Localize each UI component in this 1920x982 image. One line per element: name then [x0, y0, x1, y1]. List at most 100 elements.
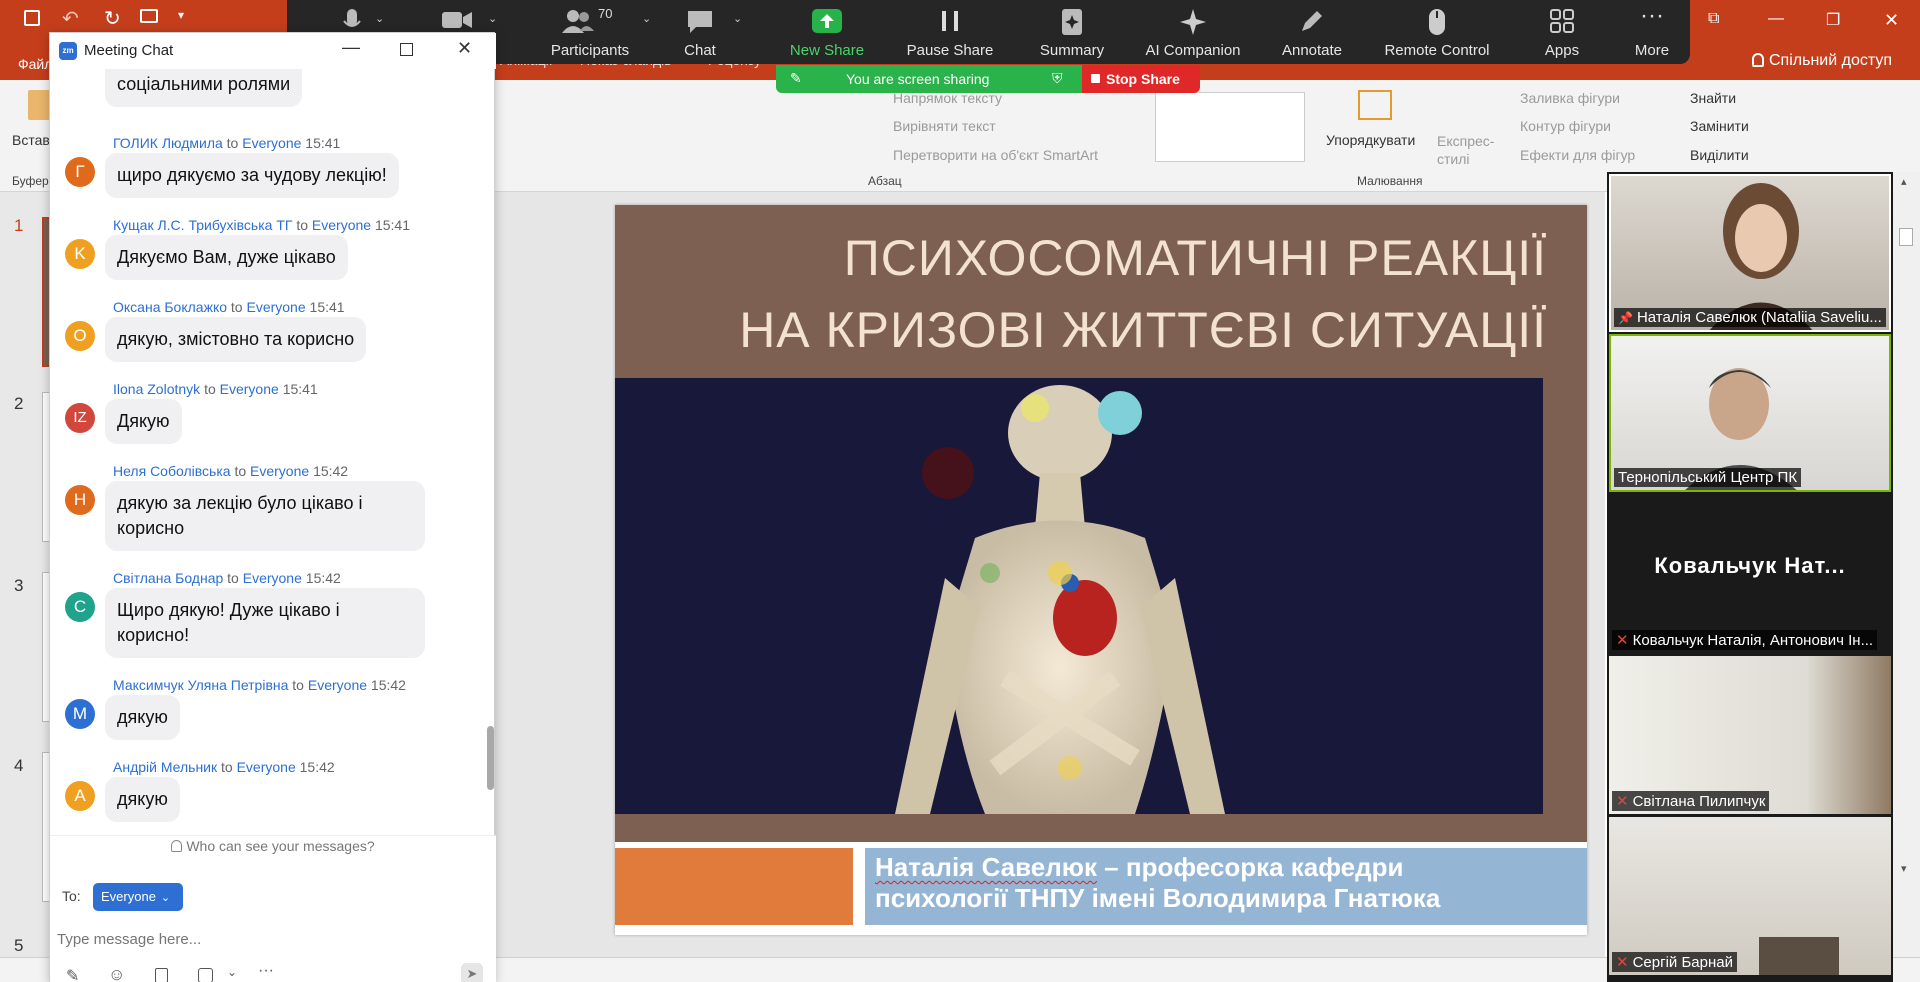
- stop-share-button[interactable]: Stop Share: [1082, 65, 1200, 93]
- avatar[interactable]: O: [65, 321, 95, 351]
- chevron-down-icon[interactable]: ▾: [1901, 862, 1907, 875]
- chevron-down-icon[interactable]: ⌄: [733, 12, 742, 25]
- message-meta: Кущак Л.С. Трибухівська ТГ to Everyone 1…: [113, 217, 410, 233]
- participant-tile[interactable]: 📌 Наталія Савелюк (Nataliia Saveliu...: [1609, 174, 1891, 332]
- message-bubble: дякую: [105, 695, 180, 740]
- avatar[interactable]: Г: [65, 157, 95, 187]
- maximize-icon[interactable]: [400, 43, 413, 56]
- send-icon[interactable]: ➤: [461, 963, 483, 982]
- scroll-thumb[interactable]: [1899, 228, 1913, 246]
- share-screen-icon: [812, 9, 842, 33]
- slideshow-icon[interactable]: [140, 9, 158, 23]
- apps-button[interactable]: Apps: [1527, 0, 1597, 64]
- shape-effects-button[interactable]: Ефекти для фігур: [1520, 147, 1635, 163]
- remote-control-button[interactable]: Remote Control: [1367, 0, 1507, 64]
- minimize-icon[interactable]: —: [1768, 10, 1784, 28]
- arrange-icon[interactable]: [1358, 90, 1392, 120]
- more-button[interactable]: ··· More: [1617, 0, 1687, 64]
- avatar[interactable]: A: [65, 781, 95, 811]
- sender-name[interactable]: Неля Соболівська: [113, 463, 231, 479]
- shape-fill-button[interactable]: Заливка фігури: [1520, 90, 1620, 106]
- sender-name[interactable]: Андрій Мельник: [113, 759, 217, 775]
- slide-number[interactable]: 4: [14, 756, 23, 776]
- sender-name[interactable]: Оксана Боклажко: [113, 299, 227, 315]
- pause-share-button[interactable]: Pause Share: [904, 0, 996, 64]
- avatar[interactable]: IZ: [65, 403, 95, 433]
- apps-icon: [1550, 9, 1574, 33]
- slide-number[interactable]: 2: [14, 394, 23, 414]
- shapes-gallery[interactable]: [1155, 92, 1305, 162]
- quick-styles-button[interactable]: Експрес-стилі: [1437, 132, 1497, 168]
- current-slide[interactable]: ПСИХОСОМАТИЧНІ РЕАКЦІЇ НА КРИЗОВІ ЖИТТЄВ…: [615, 205, 1587, 935]
- who-can-see-link[interactable]: Who can see your messages?: [50, 838, 496, 854]
- save-icon[interactable]: [24, 10, 40, 26]
- summary-button[interactable]: Summary: [1027, 0, 1117, 64]
- sender-name[interactable]: ГОЛИК Людмила: [113, 135, 223, 151]
- stop-square-icon: [1091, 74, 1100, 83]
- participants-label: Participants: [550, 42, 630, 59]
- menu-file[interactable]: Файл: [18, 56, 52, 72]
- format-text-icon[interactable]: ✎: [66, 966, 79, 982]
- undo-icon[interactable]: ↶: [62, 6, 79, 31]
- participant-tile[interactable]: Ковальчук Нат... ✕ Ковальчук Наталія, Ант…: [1609, 495, 1891, 653]
- sharing-pin-icon[interactable]: ✎: [790, 70, 802, 87]
- sender-name[interactable]: Світлана Боднар: [113, 570, 223, 586]
- convert-smartart-button[interactable]: Перетворити на об'єкт SmartArt: [893, 147, 1098, 163]
- customize-qat-icon[interactable]: ▾: [178, 8, 184, 22]
- chat-scrollbar[interactable]: [487, 726, 494, 790]
- participant-tile[interactable]: ✕ Світлана Пилипчук: [1609, 656, 1891, 814]
- find-button[interactable]: Знайти: [1690, 90, 1736, 106]
- restore-icon[interactable]: ❐: [1826, 10, 1840, 30]
- avatar[interactable]: K: [65, 239, 95, 269]
- avatar[interactable]: M: [65, 699, 95, 729]
- slide-title-line1: ПСИХОСОМАТИЧНІ РЕАКЦІЇ: [843, 230, 1547, 286]
- redo-icon[interactable]: ↻: [104, 6, 121, 31]
- paragraph-group-label: Абзац: [868, 174, 902, 188]
- shape-outline-button[interactable]: Контур фігури: [1520, 118, 1611, 134]
- paste-icon[interactable]: [28, 90, 50, 120]
- new-share-button[interactable]: New Share: [787, 0, 867, 64]
- sender-name[interactable]: Ilona Zolotnyk: [113, 381, 200, 397]
- participants-button[interactable]: 70 ⌄ Participants: [542, 0, 651, 64]
- select-button[interactable]: Виділити: [1690, 147, 1749, 163]
- arrange-button[interactable]: Упорядкувати: [1326, 132, 1415, 148]
- more-options-icon[interactable]: ···: [258, 962, 274, 980]
- screenshot-icon[interactable]: [198, 968, 213, 982]
- close-icon[interactable]: ✕: [1884, 10, 1899, 31]
- slide-caption: Наталія Савелюк – професорка кафедри пси…: [865, 848, 1587, 925]
- file-icon[interactable]: [155, 968, 168, 982]
- participant-tile[interactable]: Тернопільський Центр ПК: [1609, 334, 1891, 492]
- ai-companion-button[interactable]: AI Companion: [1137, 0, 1249, 64]
- message-bubble: дякую: [105, 777, 180, 822]
- chevron-down-icon[interactable]: ⌄: [488, 12, 497, 25]
- message-time: 15:42: [299, 759, 335, 775]
- to-word: to: [292, 677, 304, 693]
- message-meta: Ilona Zolotnyk to Everyone 15:41: [113, 381, 318, 397]
- chevron-up-icon[interactable]: ▴: [1901, 175, 1907, 188]
- chat-button[interactable]: ⌄ Chat: [675, 0, 742, 64]
- summary-icon: [1062, 9, 1082, 35]
- chevron-down-icon[interactable]: ⌄: [642, 12, 651, 25]
- ppt-vertical-scrollbar[interactable]: ▴ ▾: [1893, 172, 1920, 957]
- slide-number[interactable]: 5: [14, 936, 23, 956]
- chat-message-input[interactable]: [57, 924, 477, 954]
- chevron-down-icon[interactable]: ⌄: [227, 965, 237, 979]
- slide-number[interactable]: 1: [14, 216, 23, 236]
- share-doc-button[interactable]: Спільний доступ: [1752, 52, 1892, 70]
- close-icon[interactable]: ✕: [457, 38, 472, 59]
- align-text-button[interactable]: Вирівняти текст: [893, 118, 996, 134]
- replace-button[interactable]: Замінити: [1690, 118, 1749, 134]
- sender-name[interactable]: Максимчук Уляна Петрівна: [113, 677, 288, 693]
- annotate-button[interactable]: Annotate: [1267, 0, 1357, 64]
- ribbon-display-icon[interactable]: ⧉: [1708, 10, 1719, 28]
- chevron-down-icon[interactable]: ⌄: [375, 12, 384, 25]
- avatar[interactable]: С: [65, 592, 95, 622]
- insert-label[interactable]: Встав: [12, 132, 50, 148]
- slide-number[interactable]: 3: [14, 576, 23, 596]
- sender-name[interactable]: Кущак Л.С. Трибухівська ТГ: [113, 217, 292, 233]
- participant-tile[interactable]: ✕ Сергій Барнай: [1609, 817, 1891, 975]
- minimize-icon[interactable]: —: [342, 37, 360, 58]
- emoji-icon[interactable]: ☺: [108, 965, 125, 982]
- avatar[interactable]: H: [65, 485, 95, 515]
- recipient-dropdown[interactable]: Everyone ⌄: [93, 883, 183, 911]
